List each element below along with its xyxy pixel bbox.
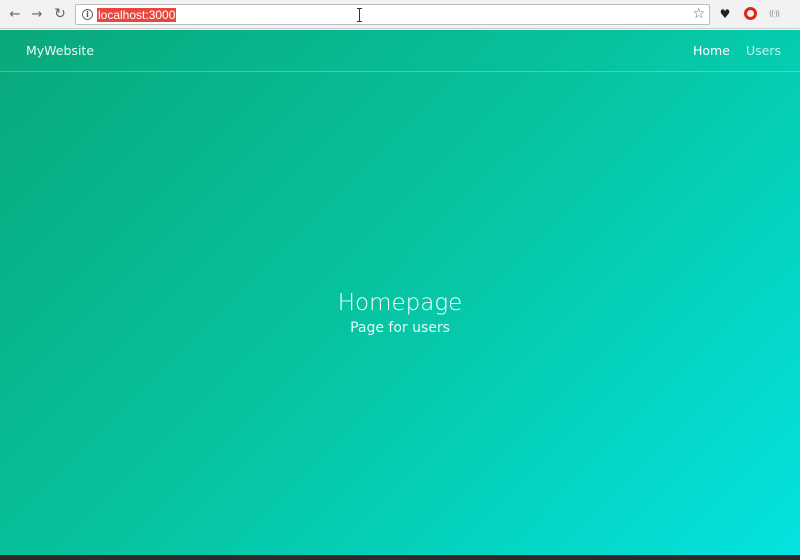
site-navbar: MyWebsite Home Users — [0, 30, 800, 72]
bookmark-star-icon[interactable]: ☆ — [692, 6, 705, 22]
nav-link-home[interactable]: Home — [693, 43, 730, 58]
back-arrow-icon[interactable]: ← — [7, 6, 23, 22]
text-cursor-icon — [357, 8, 365, 22]
taskbar-strip — [0, 555, 800, 560]
info-icon[interactable]: i — [82, 9, 93, 20]
page-subtitle: Page for users — [350, 320, 450, 336]
forward-arrow-icon[interactable]: → — [29, 6, 45, 22]
reload-icon[interactable]: ↻ — [52, 6, 68, 22]
address-bar[interactable]: i localhost:3000 ☆ — [75, 4, 710, 25]
gnome-icon[interactable]: ♥ — [718, 7, 732, 21]
url-text[interactable]: localhost:3000 — [97, 8, 177, 22]
site-brand[interactable]: MyWebsite — [26, 43, 94, 58]
radio-icon[interactable]: ((·)) — [767, 7, 781, 21]
opera-icon[interactable] — [744, 7, 757, 20]
web-page: MyWebsite Home Users Homepage Page for u… — [0, 30, 800, 555]
browser-toolbar: ← → ↻ i localhost:3000 ☆ ♥ ((·)) — [0, 0, 800, 29]
nav-link-users[interactable]: Users — [746, 43, 781, 58]
page-title: Homepage — [337, 290, 463, 316]
